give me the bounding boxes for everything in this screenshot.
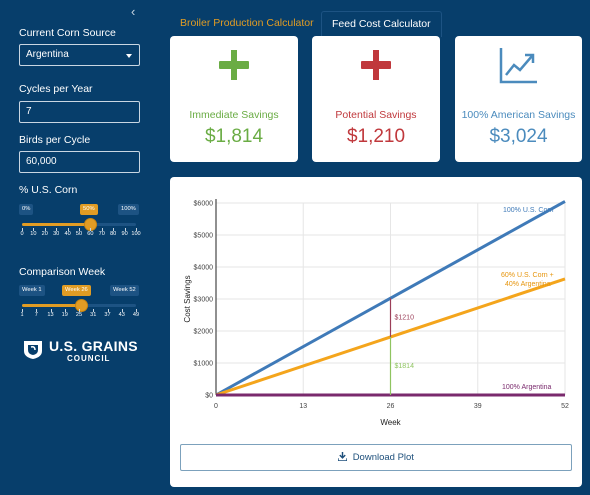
- download-plot-label: Download Plot: [352, 452, 414, 463]
- x-tick-label: 0: [214, 403, 218, 410]
- pct-tick-label: 10: [30, 231, 37, 237]
- plus-icon: [219, 50, 249, 80]
- comparison-week-label: Comparison Week: [19, 266, 106, 278]
- week-tick-label: 1: [20, 312, 24, 318]
- sidebar: ‹ Current Corn Source Argentina Cycles p…: [0, 0, 158, 495]
- y-tick-label: $2000: [194, 329, 214, 336]
- pct-tick-label: 60: [87, 231, 94, 237]
- trend-up-icon: [499, 48, 537, 84]
- pct-corn-label: % U.S. Corn: [19, 184, 78, 196]
- y-tick-label: $6000: [194, 201, 214, 208]
- pct-preset-50[interactable]: 50%: [80, 204, 98, 215]
- week-tick-label: 31: [90, 312, 97, 318]
- pct-slider-fill: [22, 223, 91, 226]
- savings-line-chart: $0 $1000 $2000 $3000 $4000 $5000 $6000 0 13 26 39 5…: [183, 199, 569, 427]
- download-plot-button[interactable]: Download Plot: [180, 444, 572, 471]
- cycles-label: Cycles per Year: [19, 83, 93, 95]
- annotation-label: $1814: [395, 363, 415, 370]
- download-icon: [337, 452, 348, 462]
- y-tick-label: $1000: [194, 361, 214, 368]
- logo-subtitle: COUNCIL: [67, 354, 111, 363]
- y-tick-label: $3000: [194, 297, 214, 304]
- tab-broiler-production[interactable]: Broiler Production Calculator: [170, 11, 324, 37]
- week-tick-label: 19: [61, 312, 68, 318]
- y-tick-label: $5000: [194, 233, 214, 240]
- x-tick-label: 13: [299, 403, 307, 410]
- potential-savings-title: Potential Savings: [335, 109, 417, 121]
- cycles-input[interactable]: 7: [19, 101, 140, 123]
- pct-tick-label: 20: [41, 231, 48, 237]
- pct-tick-label: 40: [64, 231, 71, 237]
- week-slider-handle[interactable]: [74, 299, 88, 312]
- grains-council-logo-icon: [24, 341, 42, 359]
- pct-tick-label: 50: [75, 231, 83, 237]
- american-savings-value: $3,024: [489, 126, 548, 147]
- week-preset-26[interactable]: Week 26: [62, 285, 91, 296]
- pct-tick-label: 0: [20, 231, 24, 237]
- week-tick-label: 7: [34, 312, 38, 318]
- birds-label: Birds per Cycle: [19, 134, 91, 146]
- pct-tick-label: 90: [121, 231, 128, 237]
- x-tick-label: 52: [561, 403, 569, 410]
- american-savings-card: 100% American Savings $3,024: [455, 36, 582, 162]
- potential-savings-card: Potential Savings $1,210: [312, 36, 440, 162]
- american-savings-title: 100% American Savings: [461, 109, 576, 121]
- week-preset-52[interactable]: Week 52: [110, 285, 139, 296]
- minus-plus-icon: [361, 50, 391, 80]
- tab-feed-cost[interactable]: Feed Cost Calculator: [321, 11, 442, 37]
- cycles-value: 7: [26, 106, 32, 117]
- series-label-argentina: 100% Argentina: [502, 384, 552, 391]
- x-axis-title: Week: [380, 418, 401, 427]
- y-tick-label: $0: [205, 393, 213, 400]
- week-tick-label: 13: [47, 312, 54, 318]
- birds-value: 60,000: [26, 156, 57, 167]
- week-tick-label: 37: [104, 312, 111, 318]
- immediate-savings-card: Immediate Savings $1,814: [170, 36, 298, 162]
- week-preset-1[interactable]: Week 1: [19, 285, 45, 296]
- immediate-savings-title: Immediate Savings: [189, 109, 279, 121]
- immediate-savings-value: $1,814: [204, 126, 264, 147]
- y-axis-title: Cost Savings: [183, 275, 192, 322]
- annotation-label: $1210: [395, 315, 415, 322]
- logo-wordmark: U.S. GRAINS: [49, 338, 138, 354]
- corn-source-value: Argentina: [26, 49, 69, 60]
- y-tick-label: $4000: [194, 265, 214, 272]
- week-tick-label: 49: [132, 312, 140, 318]
- week-tick-label: 25: [75, 312, 83, 318]
- potential-savings-value: $1,210: [346, 126, 406, 147]
- x-tick-label: 39: [474, 403, 482, 410]
- chevron-down-icon: [126, 54, 132, 58]
- week-tick-label: 43: [118, 312, 125, 318]
- series-label-us-corn: 100% U.S. Corn: [503, 207, 554, 214]
- collapse-sidebar-icon[interactable]: ‹: [131, 4, 135, 19]
- plot-card: $0 $1000 $2000 $3000 $4000 $5000 $6000 0 13 26 39 5…: [170, 177, 582, 487]
- pct-tick-label: 100: [131, 231, 141, 237]
- pct-tick-label: 70: [98, 231, 105, 237]
- corn-source-select[interactable]: Argentina: [19, 44, 140, 66]
- x-tick-label: 26: [387, 403, 395, 410]
- birds-input[interactable]: 60,000: [19, 151, 140, 173]
- pct-preset-0[interactable]: 0%: [19, 204, 34, 215]
- pct-preset-100[interactable]: 100%: [118, 204, 139, 215]
- pct-tick-label: 80: [110, 231, 117, 237]
- corn-source-label: Current Corn Source: [19, 27, 116, 39]
- pct-tick-label: 30: [53, 231, 60, 237]
- week-slider-fill: [22, 304, 82, 307]
- series-label-blend: 60% U.S. Corn +40% Argentina: [501, 272, 554, 288]
